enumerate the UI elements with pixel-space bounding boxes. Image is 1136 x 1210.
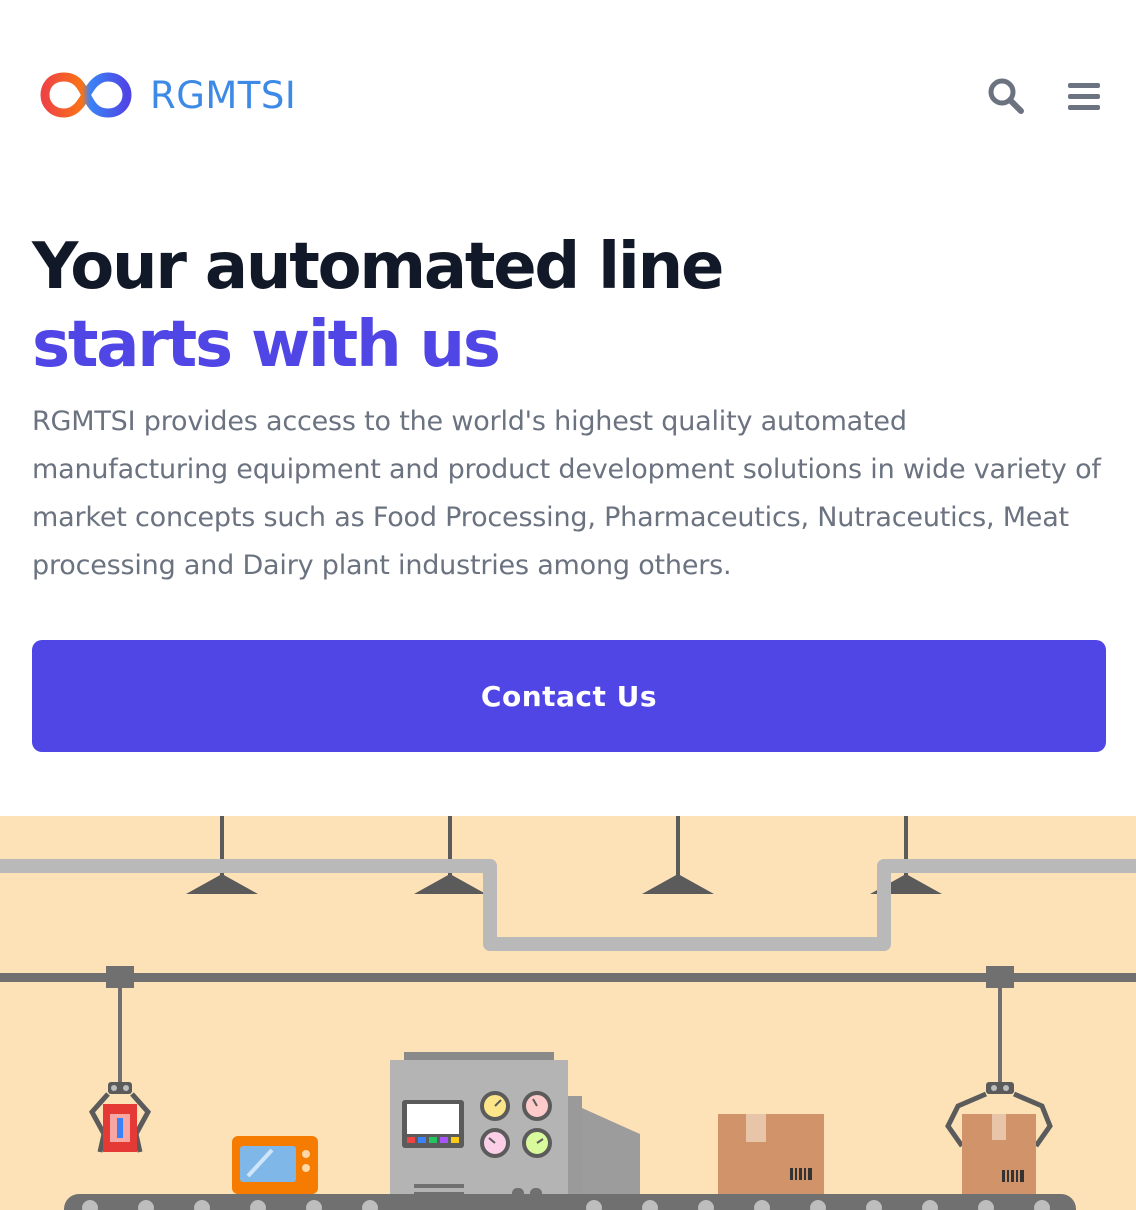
hero-section: Your automated line starts with us RGMTS… bbox=[32, 228, 1106, 590]
infinity-logo-icon bbox=[40, 72, 132, 118]
brand-name: RGMTSI bbox=[150, 73, 297, 117]
site-header: RGMTSI bbox=[0, 0, 1136, 190]
orange-device bbox=[232, 1136, 318, 1194]
search-icon bbox=[988, 78, 1024, 114]
hero-description: RGMTSI provides access to the world's hi… bbox=[32, 406, 1101, 581]
hero-title: Your automated line starts with us bbox=[32, 228, 1106, 384]
overhead-rail bbox=[0, 973, 1136, 982]
page: RGMTSI Your automated line starts with u… bbox=[0, 0, 1136, 1210]
hero-title-line1: Your automated line bbox=[32, 230, 724, 304]
factory-conveyor-illustration bbox=[0, 816, 1136, 1210]
menu-button[interactable] bbox=[1062, 74, 1106, 118]
conveyor-belt bbox=[64, 1194, 1076, 1210]
hero-title-accent: starts with us bbox=[32, 308, 501, 382]
contact-us-button[interactable]: Contact Us bbox=[32, 640, 1106, 752]
hamburger-menu-icon bbox=[1068, 83, 1100, 110]
brand-logo-link[interactable]: RGMTSI bbox=[38, 66, 296, 124]
cardboard-box bbox=[718, 1114, 824, 1194]
search-button[interactable] bbox=[984, 74, 1028, 118]
